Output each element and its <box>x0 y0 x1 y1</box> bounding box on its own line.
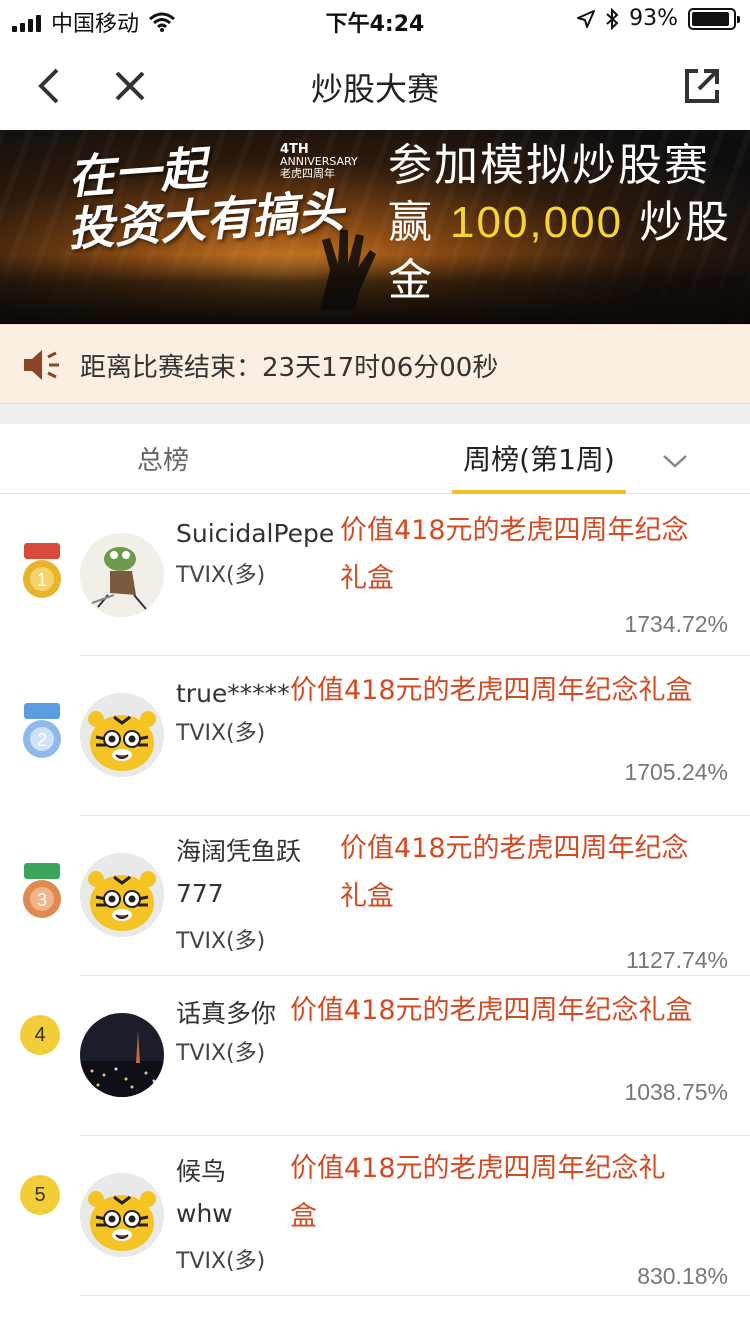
battery-percent: 93% <box>629 6 678 31</box>
tab-weekly[interactable]: 周榜(第1周) <box>452 438 626 478</box>
prize-text: 价值418元的老虎四周年纪念礼盒 <box>290 675 693 706</box>
svg-text:2: 2 <box>37 730 47 750</box>
return-percentage: 1127.74% <box>626 947 728 973</box>
position-label: TVIX(多) <box>176 1249 266 1274</box>
rank-badge: 5 <box>20 1175 60 1215</box>
nav-bar: 炒股大赛 <box>0 40 750 130</box>
position-label: TVIX(多) <box>176 721 266 746</box>
promo-banner[interactable]: 在一起 投资大有搞头 4TH ANNIVERSARY 老虎四周年 参加模拟炒股赛… <box>0 130 750 324</box>
rank-badge: 4 <box>20 1015 60 1055</box>
username[interactable]: 海阔凭鱼跃 777 <box>176 831 301 915</box>
position-label: TVIX(多) <box>176 563 266 588</box>
bronze-medal-icon: 3 <box>20 861 64 921</box>
leaderboard-row[interactable]: 1 SuicidalPepe TVIX(多) 价值418元的老虎四周年纪念 礼盒 1734… <box>0 495 750 656</box>
speaker-icon <box>24 350 59 380</box>
avatar[interactable] <box>80 693 164 777</box>
return-percentage: 1705.24% <box>624 759 728 785</box>
position-label: TVIX(多) <box>176 1041 266 1066</box>
avatar[interactable] <box>80 853 164 937</box>
return-percentage: 1734.72% <box>624 611 728 637</box>
tab-total[interactable]: 总榜 <box>100 440 226 477</box>
return-percentage: 1038.75% <box>624 1079 728 1105</box>
anniversary-mark: 4TH ANNIVERSARY 老虎四周年 <box>280 142 358 180</box>
svg-text:1: 1 <box>37 570 47 590</box>
section-divider <box>0 404 750 424</box>
username[interactable]: SuicidalPepe <box>176 513 334 555</box>
battery-icon <box>688 7 740 30</box>
bluetooth-icon <box>606 7 619 30</box>
page-title: 炒股大赛 <box>310 70 439 108</box>
silver-medal-icon: 2 <box>20 701 64 761</box>
leaderboard-row[interactable]: 2 true***** TVIX(多) 价值418元的老虎四周年纪念礼盒 1705.24… <box>0 655 750 816</box>
avatar[interactable] <box>80 533 164 617</box>
username[interactable]: 话真多你 <box>176 993 276 1035</box>
countdown-text: 距离比赛结束：23天17时06分00秒 <box>80 353 499 383</box>
leaderboard-row[interactable]: 5 候鸟 whw TVIX(多) 价值418元的老虎四周年纪念礼盒 830.18% <box>0 1135 750 1296</box>
username[interactable]: true***** <box>176 673 290 715</box>
prize-amount: 100,000 <box>450 198 624 247</box>
prize-text: 价值418元的老虎四周年纪念礼盒 <box>290 1153 666 1232</box>
prize-text: 价值418元的老虎四周年纪念礼盒 <box>290 995 693 1026</box>
avatar[interactable] <box>80 1013 164 1097</box>
svg-text:3: 3 <box>37 890 47 910</box>
return-percentage: 830.18% <box>637 1263 728 1289</box>
share-button[interactable] <box>674 58 730 114</box>
leaderboard-list: 1 SuicidalPepe TVIX(多) 价值418元的老虎四周年纪念 礼盒 1734… <box>0 495 750 1296</box>
active-tab-indicator <box>452 490 626 494</box>
chevron-down-icon[interactable] <box>660 446 690 476</box>
ranking-tabs: 总榜 周榜(第1周) <box>0 424 750 494</box>
avatar[interactable] <box>80 1173 164 1257</box>
username[interactable]: 候鸟 whw <box>176 1151 233 1235</box>
banner-headline: 参加模拟炒股赛 赢 100,000 炒股金 <box>388 140 732 306</box>
leaderboard-row[interactable]: 3 海阔凭鱼跃 777 TVIX(多) 价值418元的老虎四周年纪念 礼盒 1127.74% <box>0 815 750 976</box>
prize-text: 价值418元的老虎四周年纪念礼盒 <box>340 515 689 594</box>
gold-medal-icon: 1 <box>20 541 64 601</box>
prize-text: 价值418元的老虎四周年纪念礼盒 <box>340 833 689 912</box>
position-label: TVIX(多) <box>176 929 266 954</box>
status-bar: 中国移动 下午4:24 93% <box>0 0 750 40</box>
countdown-bar: 距离比赛结束：23天17时06分00秒 <box>0 324 750 404</box>
location-arrow-icon <box>577 9 596 28</box>
share-icon <box>685 69 719 103</box>
leaderboard-row[interactable]: 4 话真多你 TVIX(多) 价值418元的老虎四周年纪念礼盒 1038.75% <box>0 975 750 1136</box>
